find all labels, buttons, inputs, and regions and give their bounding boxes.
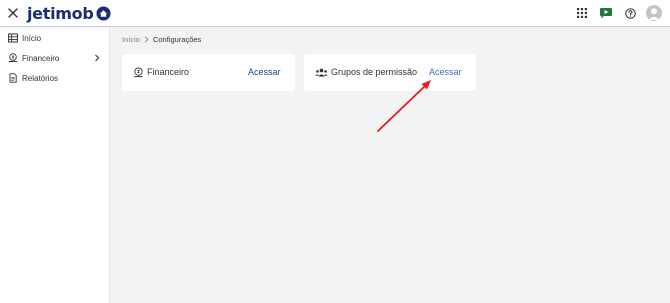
help-button[interactable]: [622, 5, 638, 21]
user-menu-button[interactable]: [646, 5, 662, 21]
card-financeiro: Financeiro Acessar: [122, 54, 295, 91]
app-logo[interactable]: jetimob: [27, 3, 111, 23]
video-help-button[interactable]: [598, 5, 614, 21]
sidebar-item-label: Relatórios: [22, 73, 59, 83]
card-title: Financeiro: [147, 67, 190, 77]
top-actions: [566, 5, 662, 21]
user-silhouette-icon: [648, 8, 660, 20]
table-icon: [8, 33, 18, 43]
breadcrumb: Início Configurações: [122, 35, 201, 44]
sidebar-item-inicio[interactable]: Início: [0, 28, 109, 48]
money-icon: [134, 67, 143, 78]
apps-grid-icon: [577, 8, 587, 18]
sidebar-item-relatorios[interactable]: Relatórios: [0, 68, 109, 88]
logo-text: jetimob: [27, 3, 94, 23]
top-bar: jetimob: [0, 0, 670, 27]
sidebar: Início Financeiro Relatórios: [0, 28, 110, 303]
document-icon: [8, 73, 18, 83]
sidebar-item-financeiro[interactable]: Financeiro: [0, 48, 109, 68]
video-chat-icon: [600, 8, 612, 19]
breadcrumb-current: Configurações: [152, 35, 202, 44]
close-icon[interactable]: [6, 6, 20, 20]
home-badge-icon: [95, 5, 111, 21]
money-icon: [8, 53, 18, 63]
chevron-right-icon: [95, 54, 100, 62]
sidebar-item-label: Início: [22, 33, 42, 43]
acessar-grupos-link[interactable]: Acessar: [429, 67, 462, 77]
acessar-financeiro-link[interactable]: Acessar: [248, 67, 281, 77]
chevron-right-icon: [144, 36, 149, 43]
avatar: [646, 5, 662, 21]
sidebar-item-label: Financeiro: [22, 53, 60, 63]
breadcrumb-home-link[interactable]: Início: [122, 35, 140, 44]
apps-grid-button[interactable]: [574, 5, 590, 21]
card-grupos-de-permissao: Grupos de permissão Acessar: [304, 54, 476, 91]
users-group-icon: [315, 68, 328, 77]
help-icon: [624, 7, 636, 19]
card-title: Grupos de permissão: [331, 67, 418, 77]
